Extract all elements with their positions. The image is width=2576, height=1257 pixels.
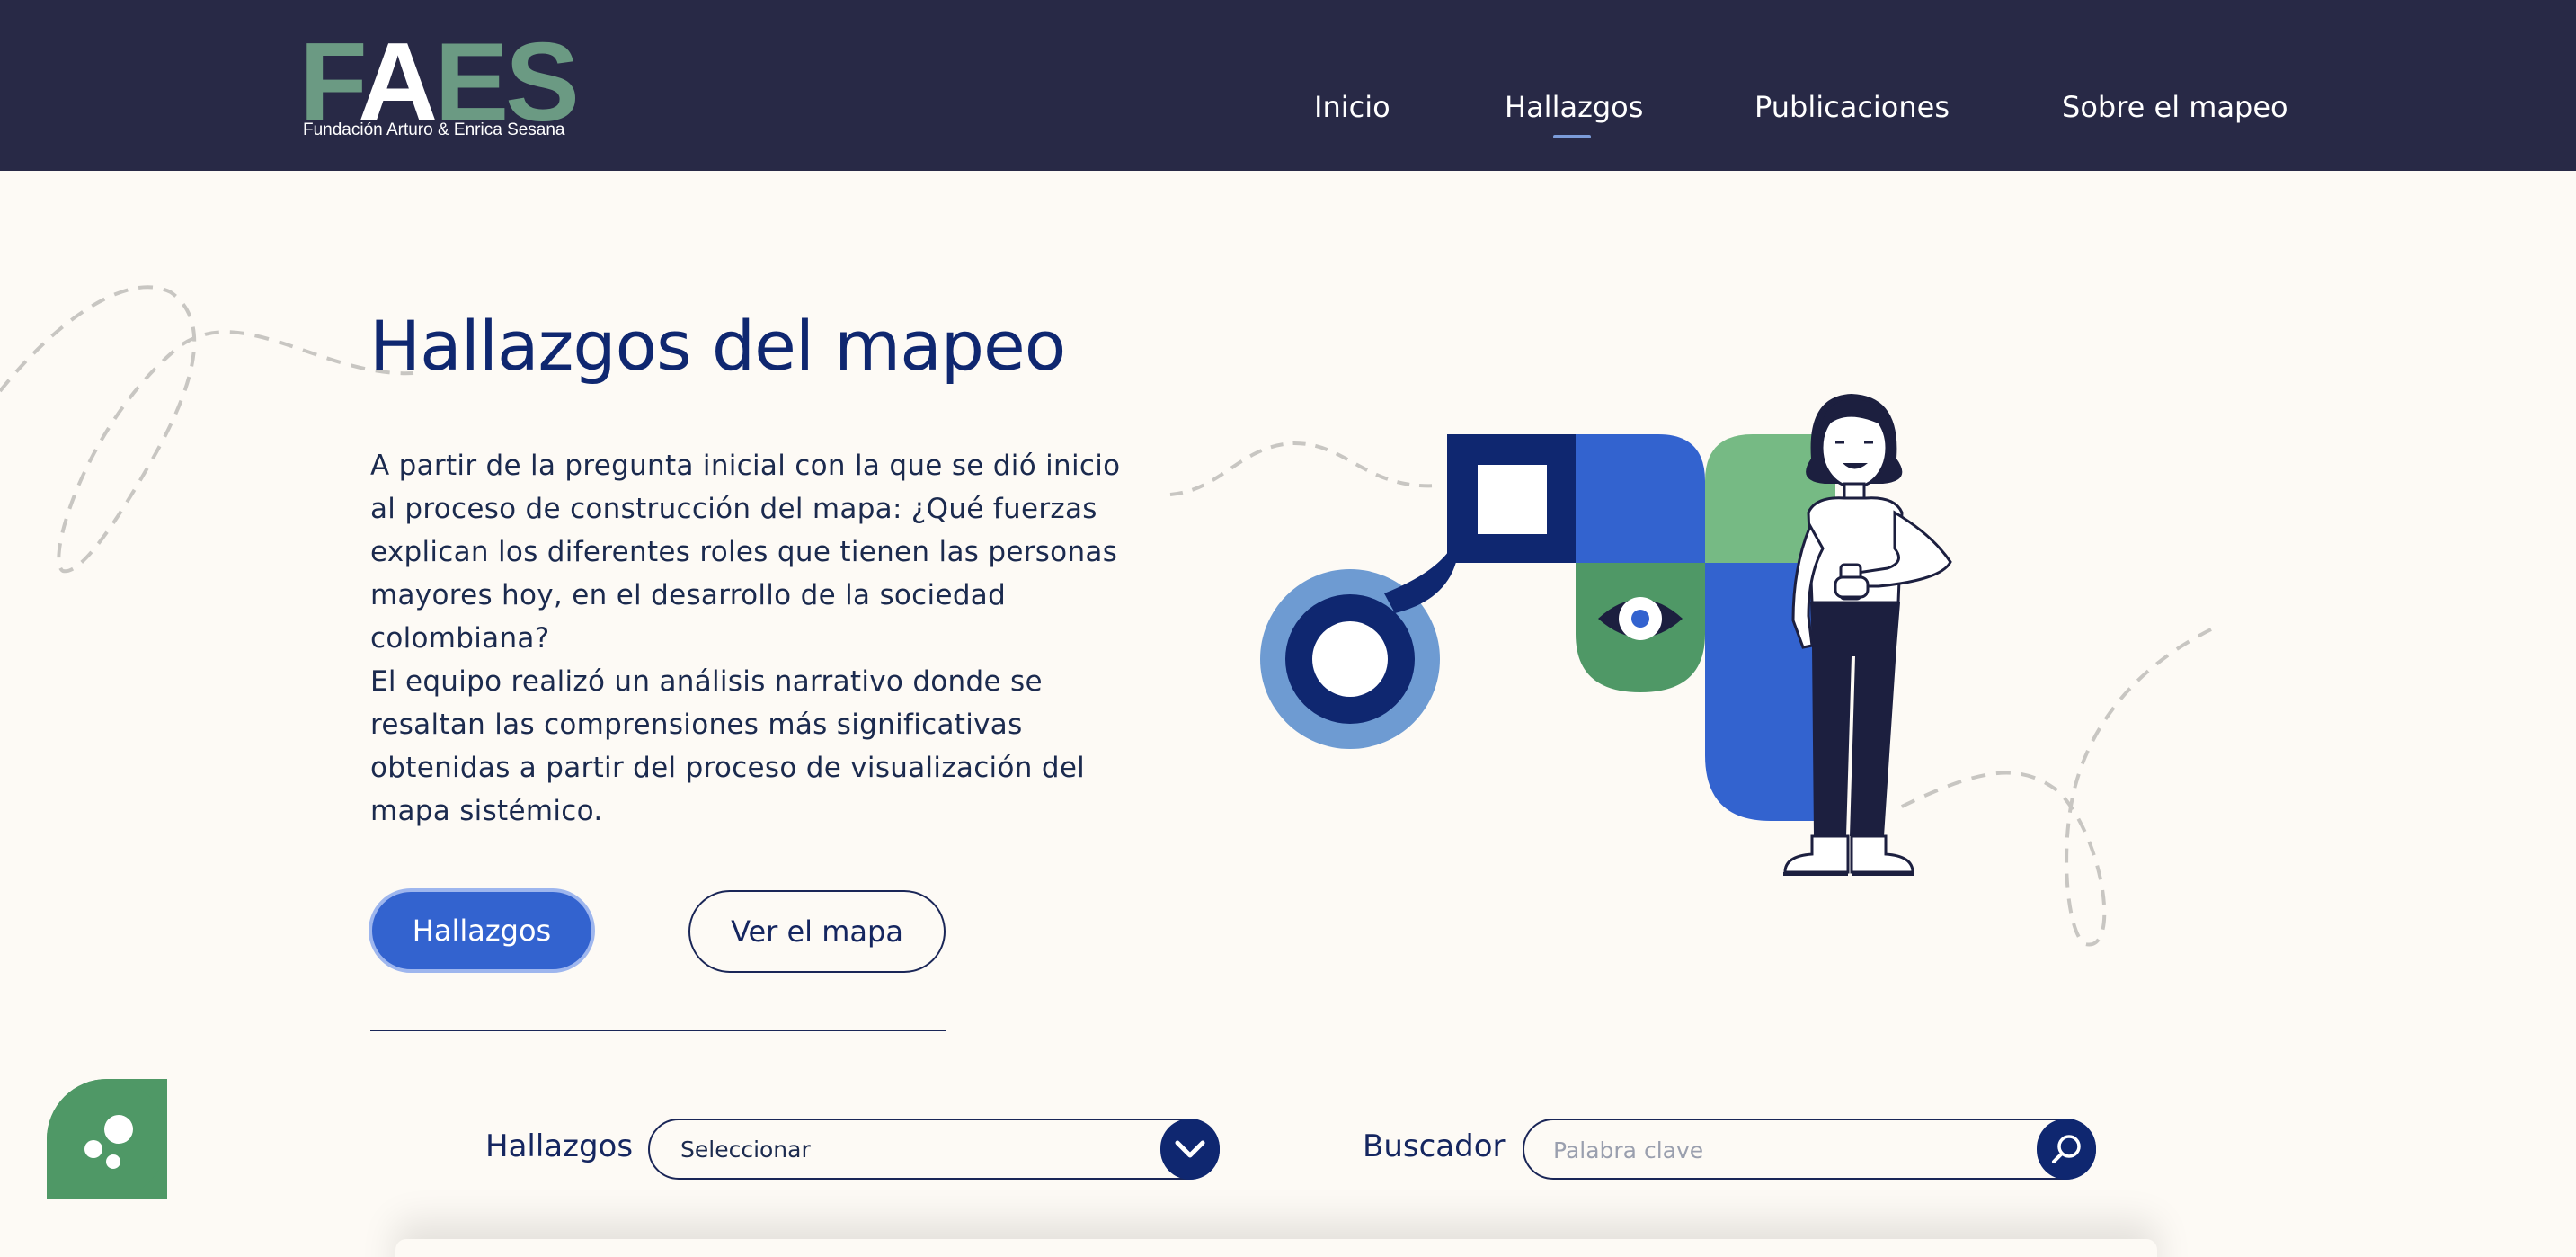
select-value: Seleccionar (680, 1137, 811, 1163)
chevron-down-icon (1175, 1140, 1205, 1158)
search-field[interactable] (1523, 1119, 2096, 1180)
nav-item-sobre-el-mapeo[interactable]: Sobre el mapeo (2062, 90, 2288, 124)
illustration-blue-block (1576, 434, 1705, 563)
hallazgos-filter-label: Hallazgos (485, 1128, 634, 1164)
illustration-square-hole (1478, 465, 1547, 534)
intro-paragraph-2: El equipo realizó un análisis narrativo … (370, 665, 1086, 827)
search-label: Buscador (1363, 1128, 1506, 1164)
logo-subtitle: Fundación Arturo & Enrica Sesana (303, 120, 565, 139)
nav-item-inicio[interactable]: Inicio (1314, 90, 1390, 124)
hallazgos-button[interactable]: Hallazgos (369, 888, 595, 973)
search-icon (2052, 1135, 2081, 1163)
intro-paragraph-1: A partir de la pregunta inicial con la q… (370, 450, 1121, 655)
nav-item-publicaciones[interactable]: Publicaciones (1754, 90, 1950, 124)
chat-bubble-icon[interactable] (47, 1079, 167, 1199)
hero-divider (370, 1030, 946, 1031)
nav-item-hallazgos[interactable]: Hallazgos (1505, 90, 1643, 124)
illustration-eye-pupil (1631, 610, 1649, 628)
illustration-connector (1384, 539, 1456, 613)
decorative-dashed-loop-left (0, 285, 414, 574)
site-header: FAES Fundación Arturo & Enrica Sesana In… (0, 0, 2576, 171)
nav-active-indicator (1553, 135, 1591, 138)
content-card-top-edge (395, 1239, 2157, 1257)
ver-el-mapa-button[interactable]: Ver el mapa (688, 890, 946, 973)
illustration-ring-hole (1312, 621, 1388, 697)
search-button[interactable] (2037, 1119, 2096, 1180)
faes-logo[interactable]: FAES Fundación Arturo & Enrica Sesana (299, 27, 580, 144)
intro-text: A partir de la pregunta inicial con la q… (370, 444, 1134, 833)
hallazgos-select[interactable]: Seleccionar (648, 1119, 1220, 1180)
hero-illustration (1260, 394, 1952, 876)
select-toggle-button[interactable] (1160, 1119, 1220, 1180)
page-title: Hallazgos del mapeo (369, 306, 1066, 386)
search-input[interactable] (1553, 1133, 2021, 1167)
